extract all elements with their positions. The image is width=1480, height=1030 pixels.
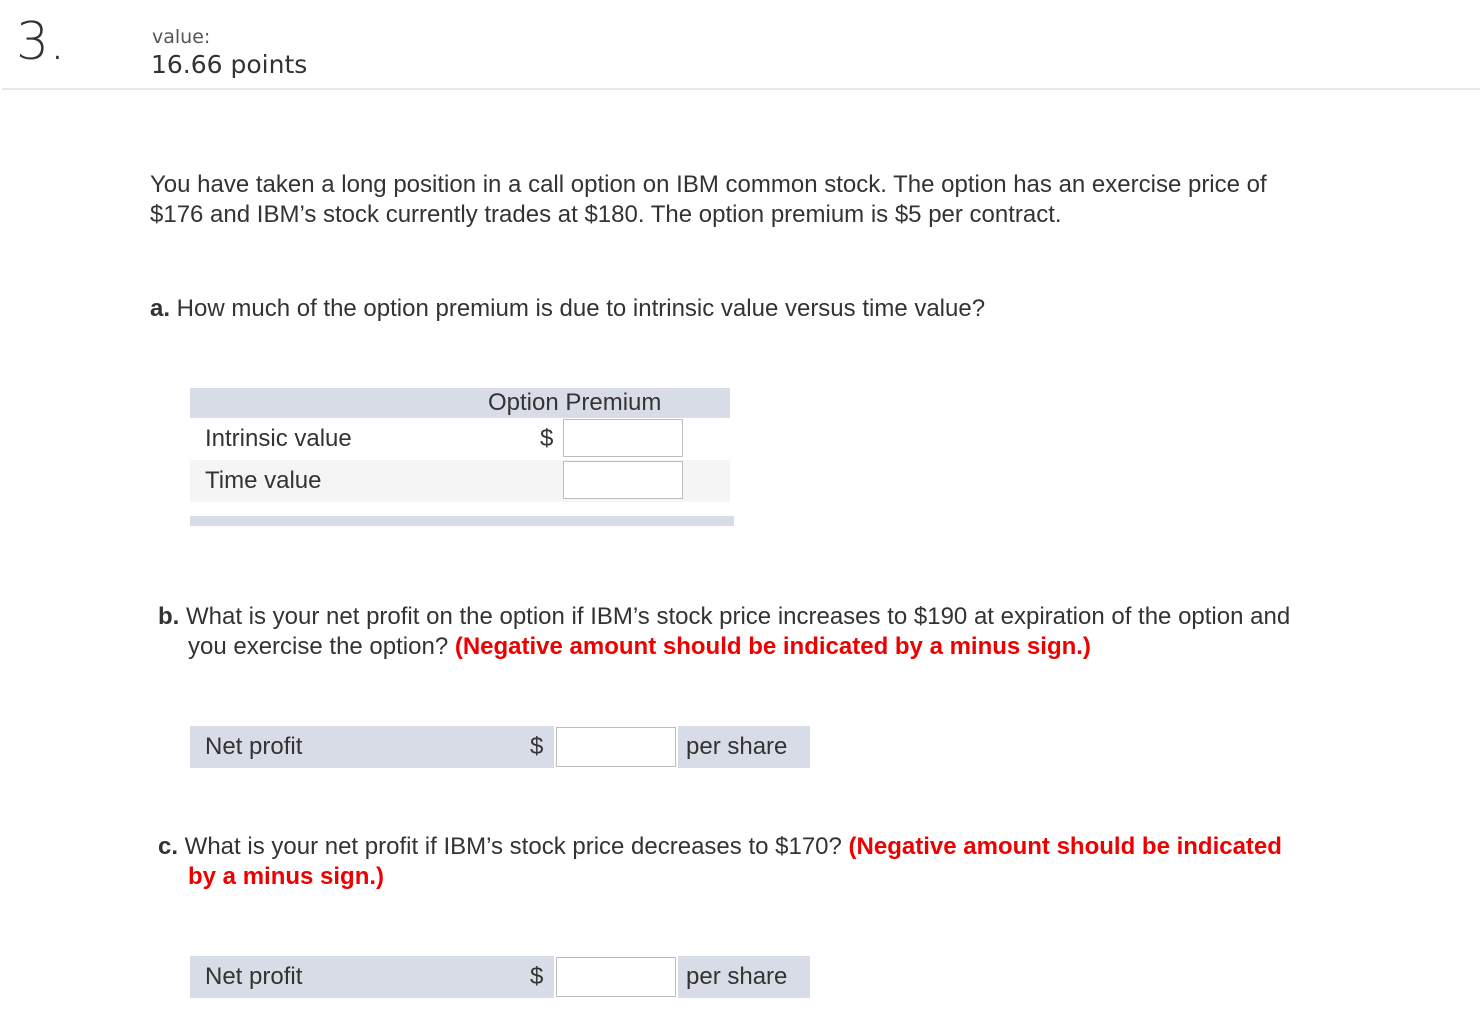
currency-symbol: $ (540, 425, 554, 452)
net-profit-c-input[interactable] (556, 957, 676, 997)
question-number: 3. (16, 12, 66, 72)
unit-label: per share (686, 963, 788, 990)
part-c-note-1: (Negative amount should be indicated (848, 833, 1282, 860)
part-a-letter: a. (150, 295, 171, 322)
table-header: Option Premium (190, 388, 730, 418)
net-profit-label: Net profit (205, 963, 303, 990)
part-a-text: How much of the option premium is due to… (170, 295, 986, 322)
option-premium-table: Option Premium Intrinsic value $ Time va… (190, 388, 734, 526)
part-c-question: c. What is your net profit if IBM’s stoc… (158, 832, 1282, 892)
net-profit-label: Net profit (205, 733, 303, 760)
intro-line-1: You have taken a long position in a call… (150, 171, 1267, 198)
net-profit-row-b: Net profit $ per share (190, 726, 810, 768)
part-c-letter: c. (158, 833, 179, 860)
net-profit-row-c: Net profit $ per share (190, 956, 810, 998)
intro-line-2: $176 and IBM’s stock currently trades at… (150, 201, 1062, 228)
unit-label: per share (686, 733, 788, 760)
table-row-time-value: Time value (190, 460, 730, 502)
intrinsic-value-input[interactable] (563, 419, 683, 457)
part-b-text-2: you exercise the option? (188, 633, 455, 660)
currency-symbol: $ (530, 963, 544, 990)
net-profit-b-input[interactable] (556, 727, 676, 767)
points-value: 16.66 points (151, 50, 308, 79)
currency-symbol: $ (530, 733, 544, 760)
value-label: value: (152, 26, 211, 48)
part-b-question: b. What is your net profit on the option… (158, 602, 1290, 662)
part-b-note: (Negative amount should be indicated by … (454, 633, 1091, 660)
part-a-question: a. How much of the option premium is due… (150, 294, 985, 324)
header-divider (2, 88, 1480, 90)
time-value-input[interactable] (563, 461, 683, 499)
table-row-intrinsic-value: Intrinsic value $ (190, 418, 730, 460)
part-c-note-2: by a minus sign.) (188, 863, 385, 890)
part-b-text-1: What is your net profit on the option if… (179, 603, 1291, 630)
row-label: Time value (205, 467, 322, 494)
part-c-text: What is your net profit if IBM’s stock p… (178, 833, 849, 860)
part-b-letter: b. (158, 603, 180, 630)
intro-paragraph: You have taken a long position in a call… (150, 170, 1267, 230)
column-header-option-premium: Option Premium (488, 389, 662, 416)
table-footer-bar (190, 516, 734, 526)
row-label: Intrinsic value (205, 425, 352, 452)
